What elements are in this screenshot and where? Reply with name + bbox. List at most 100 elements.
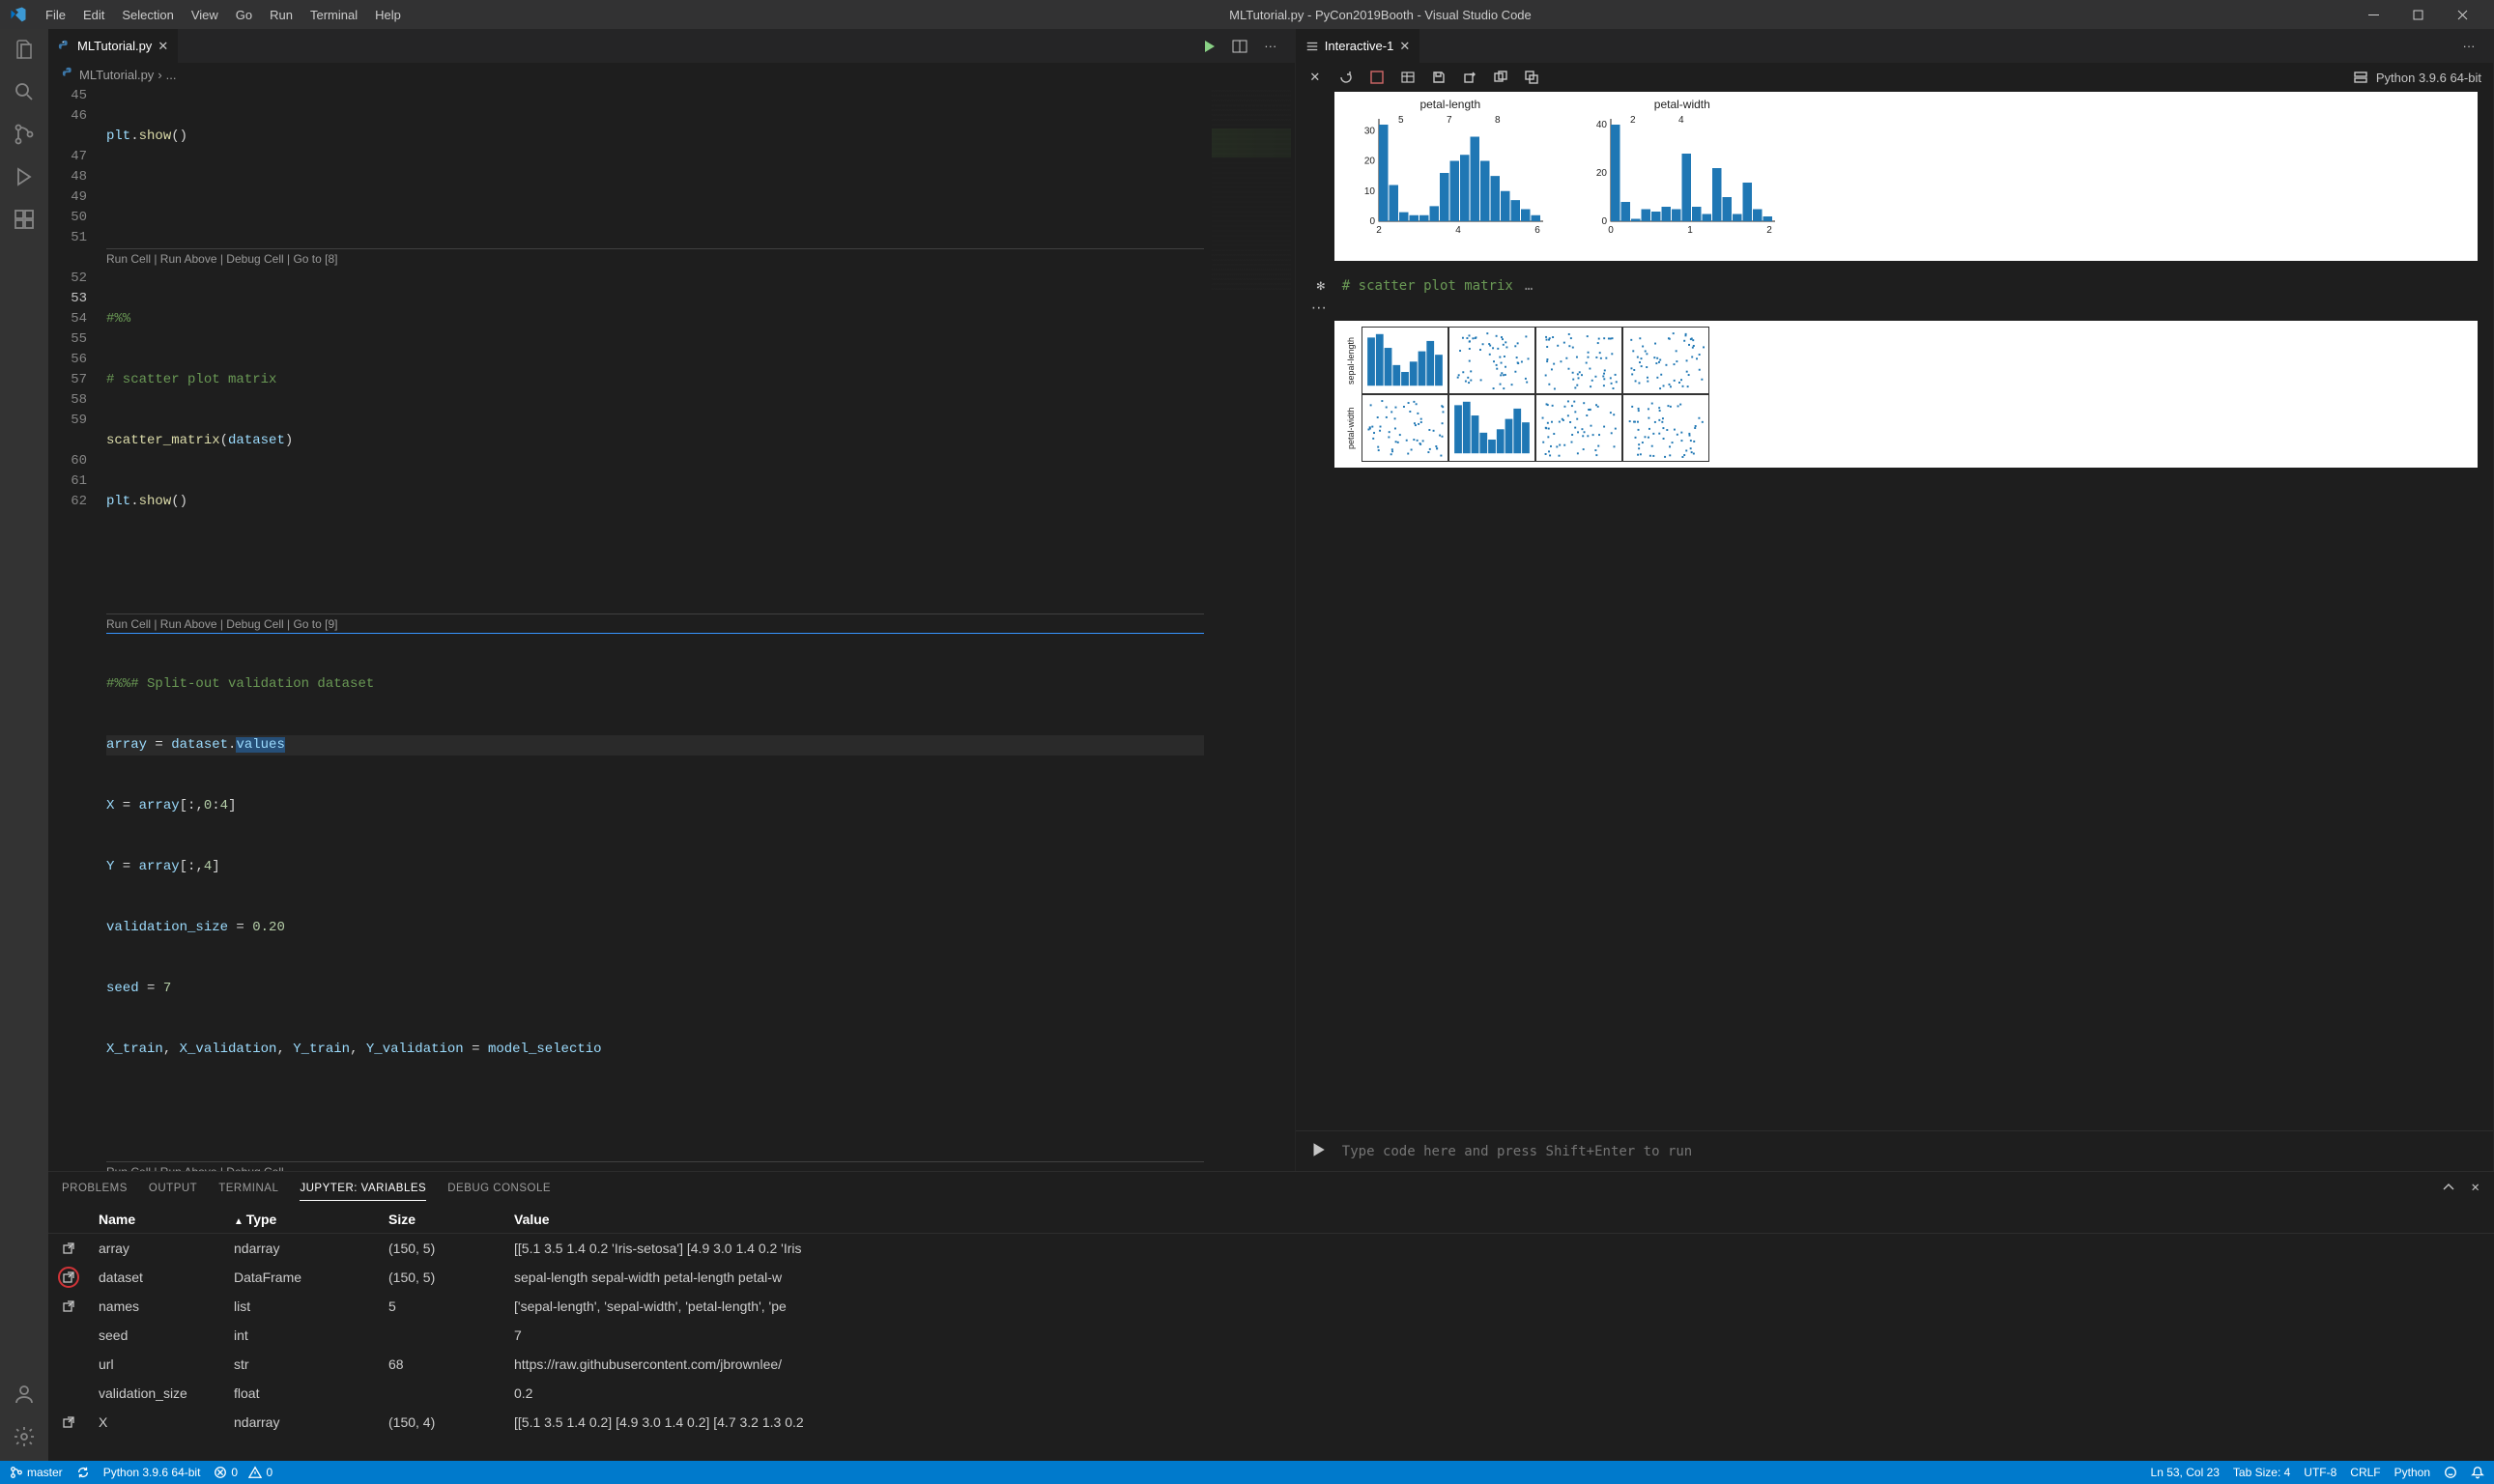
popout-icon[interactable] [60,1384,77,1402]
breadcrumb-file: MLTutorial.py [79,68,154,82]
table-row[interactable]: X ndarray (150, 4) [[5.1 3.5 1.4 0.2] [4… [48,1408,2494,1437]
svg-text:20: 20 [1596,168,1608,179]
maximize-button[interactable] [2395,0,2440,29]
export-icon[interactable] [1462,70,1477,85]
menu-run[interactable]: Run [261,4,301,26]
tab-close-icon[interactable]: ✕ [158,39,168,54]
table-row[interactable]: array ndarray (150, 5) [[5.1 3.5 1.4 0.2… [48,1234,2494,1263]
tab-mltutorial[interactable]: MLTutorial.py ✕ [48,29,179,63]
table-row[interactable]: names list 5 ['sepal-length', 'sepal-wid… [48,1292,2494,1321]
tab-interactive[interactable]: Interactive-1 ✕ [1296,29,1420,63]
menu-selection[interactable]: Selection [113,4,182,26]
menu-edit[interactable]: Edit [74,4,113,26]
svg-text:30: 30 [1364,126,1376,136]
extensions-icon[interactable] [12,207,37,232]
popout-icon[interactable] [60,1356,77,1373]
status-encoding[interactable]: UTF-8 [2304,1466,2336,1479]
status-interpreter[interactable]: Python 3.9.6 64-bit [103,1466,201,1479]
window-controls [2351,0,2484,29]
goto-cell-icon[interactable]: ✻ [1311,278,1331,294]
codelens[interactable]: Run Cell | Run Above | Debug Cell [106,1161,1204,1171]
variables-table[interactable]: Name Type Size Value array ndarray (150,… [48,1205,2494,1461]
breadcrumbs[interactable]: MLTutorial.py › ... [48,63,1295,86]
expand-icon[interactable] [1493,70,1508,85]
minimap[interactable] [1208,86,1295,1171]
codelens[interactable]: Run Cell | Run Above | Debug Cell | Go t… [106,248,1204,269]
interactive-input[interactable] [1342,1144,2480,1159]
panel-tab-jupyter-variables[interactable]: JUPYTER: VARIABLES [300,1177,426,1201]
status-lang[interactable]: Python [2394,1466,2430,1479]
popout-icon[interactable] [60,1413,77,1431]
minimize-button[interactable] [2351,0,2395,29]
split-editor-icon[interactable] [1231,38,1248,55]
search-icon[interactable] [12,79,37,104]
status-eol[interactable]: CRLF [2350,1466,2380,1479]
popout-icon[interactable] [60,1269,77,1286]
status-tabsize[interactable]: Tab Size: 4 [2233,1466,2290,1479]
table-row[interactable]: dataset DataFrame (150, 5) sepal-length … [48,1263,2494,1292]
status-sync-icon[interactable] [76,1466,90,1479]
accounts-icon[interactable] [12,1382,37,1407]
tab-close-icon[interactable]: ✕ [1399,39,1410,54]
run-cell-icon[interactable] [1200,38,1218,55]
menu-file[interactable]: File [37,4,74,26]
code-content[interactable]: plt.show() Run Cell | Run Above | Debug … [106,86,1208,1171]
col-size[interactable]: Size [388,1212,514,1227]
svg-text:10: 10 [1364,186,1376,197]
menu-go[interactable]: Go [227,4,261,26]
table-row[interactable]: seed int 7 [48,1321,2494,1350]
interactive-output[interactable]: petal-length 578 0102030246 petal-width … [1296,92,2493,1130]
status-branch[interactable]: master [10,1466,63,1479]
panel-tab-debug-console[interactable]: DEBUG CONSOLE [447,1177,551,1200]
cell-header[interactable]: ✻ # scatter plot matrix … [1296,272,2493,300]
interrupt-kernel-icon[interactable] [1369,70,1385,85]
code-editor[interactable]: 454647484950515253545556575859606162 plt… [48,86,1295,1171]
col-name[interactable]: Name [99,1212,234,1227]
explorer-icon[interactable] [12,37,37,62]
more-actions-icon[interactable]: ··· [1262,38,1279,55]
delete-all-icon[interactable]: ✕ [1307,70,1323,85]
more-actions-icon[interactable]: ··· [2460,38,2478,55]
popout-icon[interactable] [60,1327,77,1344]
interactive-icon [1305,40,1319,53]
title-bar: File Edit Selection View Go Run Terminal… [0,0,2494,29]
variables-icon[interactable] [1400,70,1416,85]
table-row[interactable]: validation_size float 0.2 [48,1379,2494,1408]
restart-kernel-icon[interactable] [1338,70,1354,85]
status-bell-icon[interactable] [2471,1466,2484,1479]
panel-tab-terminal[interactable]: TERMINAL [218,1177,278,1200]
cell-actions-icon[interactable]: ··· [1296,300,2493,317]
menu-terminal[interactable]: Terminal [301,4,366,26]
menu-help[interactable]: Help [366,4,410,26]
var-value: sepal-length sepal-width petal-length pe… [514,1270,2482,1285]
popout-icon[interactable] [60,1298,77,1315]
run-debug-icon[interactable] [12,164,37,189]
status-feedback-icon[interactable] [2444,1466,2457,1479]
save-icon[interactable] [1431,70,1447,85]
col-value[interactable]: Value [514,1212,2482,1227]
run-input-icon[interactable] [1309,1141,1327,1161]
panel-tab-problems[interactable]: PROBLEMS [62,1177,128,1200]
status-errors[interactable]: 0 0 [214,1466,272,1479]
breadcrumb-rest: ... [166,68,177,82]
col-type[interactable]: Type [234,1212,388,1227]
source-control-icon[interactable] [12,122,37,147]
variables-header: Name Type Size Value [48,1205,2494,1234]
settings-gear-icon[interactable] [12,1424,37,1449]
histogram-output: petal-length 578 0102030246 petal-width … [1334,92,2478,261]
collapse-icon[interactable] [1524,70,1539,85]
table-row[interactable]: url str 68 https://raw.githubusercontent… [48,1350,2494,1379]
panel-close-icon[interactable]: ✕ [2471,1181,2480,1197]
close-button[interactable] [2440,0,2484,29]
vscode-logo-icon [10,6,27,23]
panel-tab-output[interactable]: OUTPUT [149,1177,197,1200]
status-lncol[interactable]: Ln 53, Col 23 [2151,1466,2220,1479]
var-type: int [234,1327,388,1343]
kernel-label[interactable]: Python 3.9.6 64-bit [2376,71,2481,85]
var-size: (150, 5) [388,1270,514,1285]
popout-icon[interactable] [60,1240,77,1257]
menu-view[interactable]: View [183,4,227,26]
panel-maximize-icon[interactable] [2442,1181,2455,1197]
server-icon[interactable] [2353,70,2368,85]
codelens[interactable]: Run Cell | Run Above | Debug Cell | Go t… [106,614,1204,634]
